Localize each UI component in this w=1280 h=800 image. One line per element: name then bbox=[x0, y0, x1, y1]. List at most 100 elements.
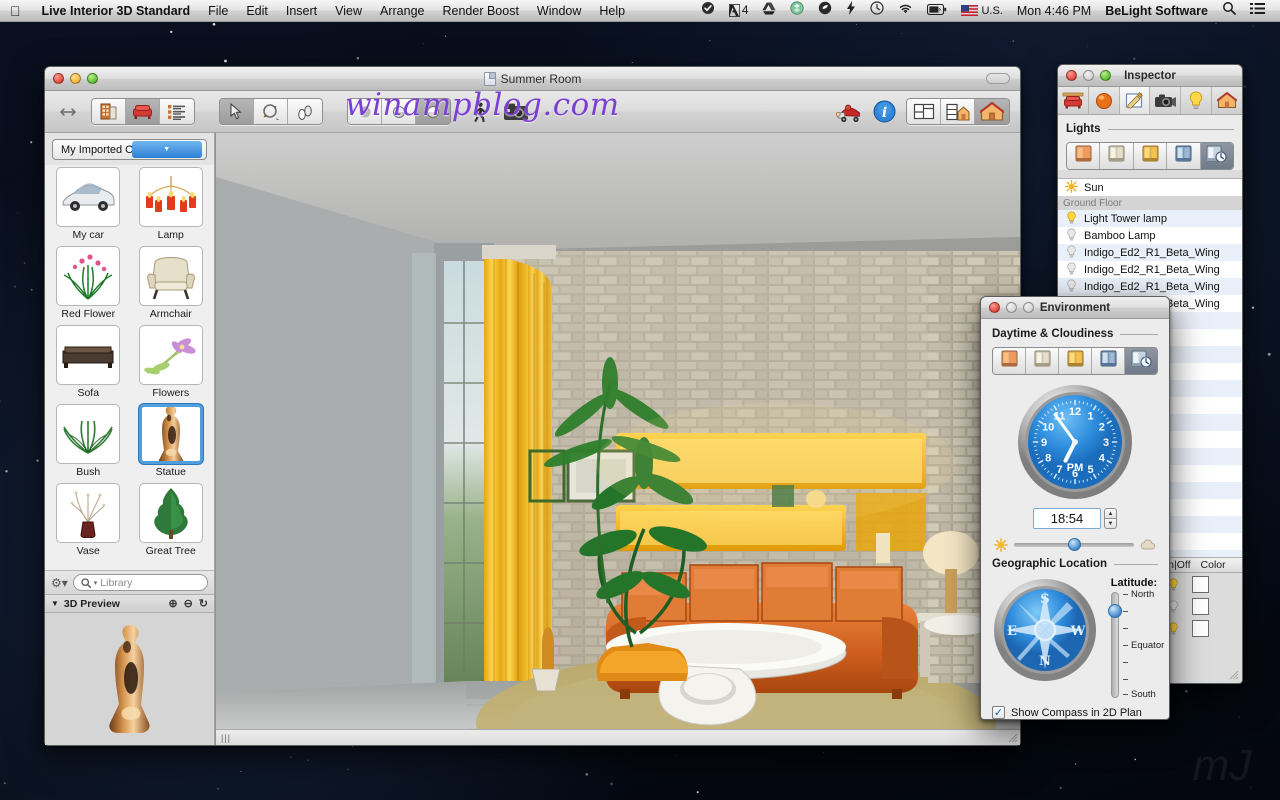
plan-view-button[interactable] bbox=[907, 99, 941, 124]
library-item-armchair[interactable]: Armchair bbox=[132, 246, 211, 323]
evernote-icon[interactable] bbox=[811, 0, 839, 22]
checkmark-icon[interactable]: ✓ bbox=[992, 706, 1005, 719]
environment-titlebar[interactable]: Environment bbox=[981, 297, 1169, 319]
flowers-thumb[interactable] bbox=[138, 325, 203, 385]
bulb-off-icon[interactable] bbox=[1065, 262, 1078, 278]
edit-tab[interactable] bbox=[1119, 87, 1151, 114]
time-field[interactable]: 18:54 bbox=[1033, 508, 1101, 529]
preview-3d-view[interactable] bbox=[45, 613, 214, 745]
cloudiness-knob[interactable] bbox=[1068, 538, 1081, 551]
house-3d-view-button[interactable] bbox=[975, 99, 1009, 124]
library-search-field[interactable]: ▾ Library bbox=[72, 574, 208, 591]
wifi-icon[interactable] bbox=[891, 0, 920, 22]
sofa-thumb[interactable] bbox=[56, 325, 121, 385]
triangle-down-icon[interactable]: ▼ bbox=[1104, 518, 1117, 529]
bulb-off-icon[interactable] bbox=[1065, 245, 1078, 261]
object-tab[interactable] bbox=[1058, 87, 1089, 114]
view-mode-segmented-control[interactable] bbox=[91, 98, 195, 125]
environment-close-button[interactable] bbox=[989, 302, 1000, 313]
daytime-warm[interactable] bbox=[1059, 348, 1092, 374]
library-category-popup[interactable]: My Imported Objects ▼ bbox=[52, 139, 207, 160]
sun-icon[interactable] bbox=[1065, 179, 1078, 196]
menu-user-name[interactable]: BeLight Software bbox=[1098, 0, 1215, 22]
environment-zoom-button[interactable] bbox=[1023, 302, 1034, 313]
google-drive-icon[interactable] bbox=[755, 0, 783, 22]
light-tab[interactable] bbox=[1181, 87, 1213, 114]
tool-segmented-control[interactable] bbox=[219, 98, 323, 125]
inspector-zoom-button[interactable] bbox=[1100, 70, 1111, 81]
library-item-great-tree[interactable]: Great Tree bbox=[132, 483, 211, 560]
clock-container[interactable]: 12 1 2 3 4 5 6 7 8 9 10 11 PM bbox=[992, 383, 1158, 501]
elevation-view-button[interactable] bbox=[92, 99, 126, 124]
library-item-flowers[interactable]: Flowers bbox=[132, 325, 211, 402]
dropbox-icon[interactable] bbox=[783, 0, 811, 22]
menu-item-view[interactable]: View bbox=[326, 0, 371, 22]
bulb-off-icon[interactable] bbox=[1065, 228, 1078, 244]
bulb-off-icon[interactable] bbox=[1065, 279, 1078, 295]
triangle-down-icon[interactable]: ▼ bbox=[51, 599, 59, 608]
armchair-thumb[interactable] bbox=[138, 246, 203, 306]
preview-header[interactable]: ▼ 3D Preview ⊕ ⊖ ↻ bbox=[45, 594, 214, 613]
library-item-my-car[interactable]: My car bbox=[49, 167, 128, 244]
layout-segmented-control[interactable] bbox=[906, 98, 1010, 125]
menu-item-help[interactable]: Help bbox=[590, 0, 634, 22]
lights-list-row[interactable]: Indigo_Ed2_R1_Beta_Wing bbox=[1058, 278, 1242, 295]
latitude-slider[interactable]: North Equator South bbox=[1105, 589, 1164, 700]
menu-item-window[interactable]: Window bbox=[528, 0, 590, 22]
light-mode-auto[interactable] bbox=[1200, 143, 1233, 169]
select-tool-button[interactable] bbox=[220, 99, 254, 124]
compass-container[interactable]: S N E W bbox=[992, 577, 1098, 698]
move-tool-button[interactable] bbox=[288, 99, 322, 124]
vase-thumb[interactable] bbox=[56, 483, 121, 543]
show-compass-checkbox-row[interactable]: ✓ Show Compass in 2D Plan bbox=[992, 706, 1158, 719]
environment-minimize-button[interactable] bbox=[1006, 302, 1017, 313]
resize-arrows-icon[interactable] bbox=[55, 99, 81, 125]
battery-icon[interactable] bbox=[920, 0, 954, 22]
input-source-flag-icon[interactable]: U.S. bbox=[954, 0, 1009, 22]
notification-center-icon[interactable] bbox=[1243, 0, 1272, 22]
daytime-auto[interactable] bbox=[1125, 348, 1157, 374]
library-item-vase[interactable]: Vase bbox=[49, 483, 128, 560]
menu-item-render-boost[interactable]: Render Boost bbox=[433, 0, 527, 22]
library-object-grid[interactable]: My car Lamp Red Flower Armchair Sofa Flowers B… bbox=[45, 165, 214, 570]
resize-grip-icon[interactable] bbox=[1007, 732, 1018, 743]
light-mode-day[interactable] bbox=[1100, 143, 1134, 169]
library-item-lamp[interactable]: Lamp bbox=[132, 167, 211, 244]
flash-icon[interactable] bbox=[839, 0, 863, 22]
library-item-statue[interactable]: Statue bbox=[132, 404, 211, 481]
compass-rose[interactable]: S N E W bbox=[992, 577, 1098, 683]
car-thumb[interactable] bbox=[56, 167, 121, 227]
menu-clock[interactable]: Mon 4:46 PM bbox=[1010, 0, 1098, 22]
menu-item-file[interactable]: File bbox=[199, 0, 237, 22]
library-item-red-flower[interactable]: Red Flower bbox=[49, 246, 128, 323]
list-view-button[interactable] bbox=[160, 99, 194, 124]
gear-icon[interactable]: ⚙▾ bbox=[51, 576, 68, 590]
color-swatch[interactable] bbox=[1192, 597, 1209, 615]
daytime-night[interactable] bbox=[1092, 348, 1125, 374]
color-swatch[interactable] bbox=[1192, 575, 1209, 593]
time-stepper[interactable]: ▲ ▼ bbox=[1104, 508, 1117, 529]
triangle-up-icon[interactable]: ▲ bbox=[1104, 508, 1117, 518]
lights-list-row[interactable]: Indigo_Ed2_R1_Beta_Wing bbox=[1058, 244, 1242, 261]
daytime-sunset[interactable] bbox=[993, 348, 1026, 374]
zoom-in-icon[interactable]: ⊕ bbox=[168, 597, 177, 610]
menu-item-insert[interactable]: Insert bbox=[277, 0, 326, 22]
split-house-button[interactable] bbox=[941, 99, 975, 124]
inspector-tab-bar[interactable] bbox=[1058, 87, 1242, 115]
checkmark-circle-icon[interactable] bbox=[694, 0, 722, 22]
inspector-window-controls[interactable] bbox=[1058, 70, 1111, 81]
3d-viewport[interactable]: ||| bbox=[215, 133, 1020, 745]
tree-thumb[interactable] bbox=[138, 483, 203, 543]
cloudiness-track[interactable] bbox=[1014, 538, 1134, 551]
statue-thumb[interactable] bbox=[138, 404, 203, 464]
toolbar-toggle-button[interactable] bbox=[986, 73, 1010, 84]
light-mode-sunset[interactable] bbox=[1067, 143, 1101, 169]
info-circle-icon[interactable]: i bbox=[871, 99, 897, 125]
bush-thumb[interactable] bbox=[56, 404, 121, 464]
library-item-bush[interactable]: Bush bbox=[49, 404, 128, 481]
menu-app-name[interactable]: Live Interior 3D Standard bbox=[33, 0, 200, 22]
light-mode-night[interactable] bbox=[1167, 143, 1201, 169]
latitude-knob[interactable] bbox=[1108, 604, 1122, 619]
furniture-view-button[interactable] bbox=[126, 99, 160, 124]
analog-clock[interactable]: 12 1234567891011 PM bbox=[1016, 383, 1134, 501]
